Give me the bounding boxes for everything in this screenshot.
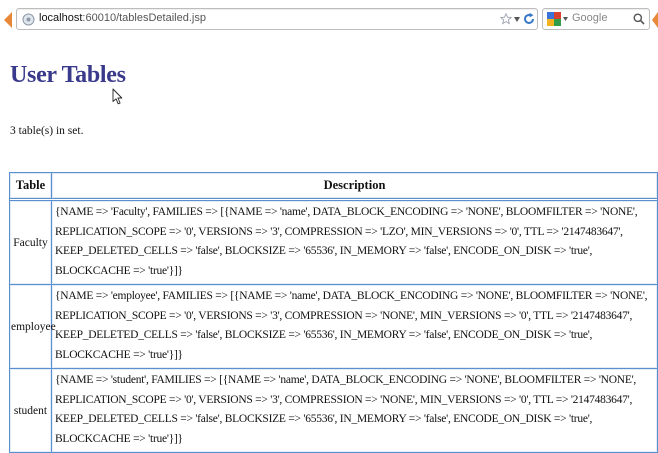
bookmark-star-icon[interactable] <box>500 13 512 25</box>
url-host: localhost <box>39 12 83 24</box>
table-description-cell: {NAME => 'student', FAMILIES => [{NAME =… <box>52 369 658 453</box>
browser-toolbar: localhost:60010/tablesDetailed.jsp Googl… <box>0 0 658 36</box>
site-identity-icon[interactable] <box>22 13 35 26</box>
table-description-cell: {NAME => 'employee', FAMILIES => [{NAME … <box>52 285 658 369</box>
table-name-cell[interactable]: student <box>10 369 52 453</box>
magnifier-icon[interactable] <box>633 13 645 25</box>
url-text[interactable]: localhost:60010/tablesDetailed.jsp <box>39 12 206 24</box>
user-tables-table: Table Description Faculty {NAME => 'Facu… <box>9 172 658 453</box>
table-row: Faculty {NAME => 'Faculty', FAMILIES => … <box>10 201 658 285</box>
mouse-cursor-icon <box>112 88 123 105</box>
column-header-table: Table <box>10 173 52 199</box>
page-title: User Tables <box>10 62 126 88</box>
table-row: employee {NAME => 'employee', FAMILIES =… <box>10 285 658 369</box>
reload-icon[interactable] <box>522 12 536 26</box>
table-count-text: 3 table(s) in set. <box>10 125 84 137</box>
address-bar[interactable]: localhost:60010/tablesDetailed.jsp <box>16 8 538 30</box>
search-placeholder: Google <box>572 12 608 24</box>
search-bar[interactable]: Google <box>542 8 650 30</box>
google-logo-icon[interactable] <box>547 12 561 26</box>
chevron-down-icon[interactable] <box>514 17 520 22</box>
url-path: :60010/tablesDetailed.jsp <box>82 12 206 24</box>
toolbar-edge-button-icon[interactable] <box>652 12 658 28</box>
table-name-cell[interactable]: employee <box>10 285 56 369</box>
column-header-description: Description <box>52 173 658 199</box>
back-arrow-icon[interactable] <box>4 12 12 28</box>
chevron-down-icon[interactable] <box>563 17 568 21</box>
table-header-row: Table Description <box>10 173 658 199</box>
table-name-cell[interactable]: Faculty <box>10 201 52 285</box>
table-description-cell: {NAME => 'Faculty', FAMILIES => [{NAME =… <box>52 201 658 285</box>
table-row: student {NAME => 'student', FAMILIES => … <box>10 369 658 453</box>
